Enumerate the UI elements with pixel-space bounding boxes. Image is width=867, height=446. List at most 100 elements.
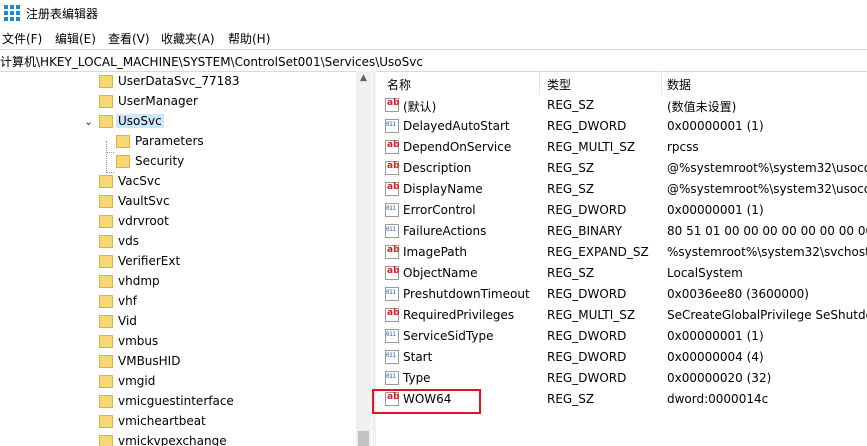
address-path[interactable]: 计算机\HKEY_LOCAL_MACHINE\SYSTEM\ControlSet… (0, 53, 423, 70)
tree-item[interactable]: Parameters (0, 132, 356, 152)
value-row[interactable]: ObjectName REG_SZ LocalSystem (377, 263, 867, 284)
tree-item[interactable]: VacSvc (0, 172, 356, 192)
string-value-icon (385, 245, 400, 259)
value-name: Type (403, 371, 431, 385)
tree-item-label: VacSvc (118, 174, 161, 188)
tree-item-label: vmbus (118, 334, 159, 348)
folder-icon (99, 175, 113, 188)
tree-item[interactable]: vmicheartbeat (0, 412, 356, 432)
folder-icon (99, 295, 113, 308)
tree-item[interactable]: ⌄ UsoSvc (0, 112, 356, 132)
folder-icon (99, 355, 113, 368)
tree-item-label: VMBusHID (118, 354, 181, 368)
tree-item[interactable]: Vid (0, 312, 356, 332)
tree-item[interactable]: vmicguestinterface (0, 392, 356, 412)
tree-item[interactable]: vmgid (0, 372, 356, 392)
value-type: REG_EXPAND_SZ (547, 245, 649, 259)
folder-icon (99, 395, 113, 408)
highlight-box (372, 389, 481, 414)
key-tree-pane[interactable]: UserDataSvc_77183 UserManager ⌄ UsoSvc Param… (0, 71, 372, 446)
value-row[interactable]: Description REG_SZ @%systemroot%\system32\… (377, 158, 867, 179)
value-name: RequiredPrivileges (403, 308, 515, 322)
folder-icon (99, 335, 113, 348)
binary-value-icon (385, 329, 399, 343)
menu-view[interactable]: 查看(V) (108, 30, 150, 47)
scroll-up-arrow-icon[interactable]: ▲ (356, 71, 371, 86)
column-header-type[interactable]: 类型 (540, 71, 660, 95)
tree-item-label: UsoSvc (116, 114, 164, 128)
value-data: dword:0000014c (667, 392, 769, 406)
binary-value-icon (385, 371, 399, 385)
value-name: PreshutdownTimeout (403, 287, 530, 301)
tree-guide-line (106, 141, 107, 173)
menu-favorites[interactable]: 收藏夹(A) (161, 30, 215, 47)
value-data: 80 51 01 00 00 00 00 00 00 00 00 00 (667, 224, 867, 238)
value-row[interactable]: FailureActions REG_BINARY 80 51 01 00 00 0… (377, 221, 867, 242)
menu-file[interactable]: 文件(F) (2, 30, 42, 47)
tree-item[interactable]: vmbus (0, 332, 356, 352)
menu-help[interactable]: 帮助(H) (228, 30, 270, 47)
tree-item-label: Parameters (135, 134, 204, 148)
folder-icon (99, 95, 113, 108)
tree-item[interactable]: Security (0, 152, 356, 172)
value-row[interactable]: ServiceSidType REG_DWORD 0x00000001 (1) (377, 326, 867, 347)
value-row[interactable]: (默认) REG_SZ (数值未设置) (377, 95, 867, 116)
binary-value-icon (385, 203, 399, 217)
folder-icon (99, 115, 113, 128)
tree-item[interactable]: VMBusHID (0, 352, 356, 372)
tree-item-label: UserDataSvc_77183 (118, 74, 240, 88)
value-name: ServiceSidType (403, 329, 494, 343)
menu-edit[interactable]: 编辑(E) (55, 30, 96, 47)
tree-item[interactable]: UserDataSvc_77183 (0, 72, 356, 92)
registry-editor-icon (4, 5, 20, 21)
scroll-thumb[interactable] (358, 431, 369, 446)
tree-item[interactable]: vhf (0, 292, 356, 312)
column-header-data[interactable]: 数据 (662, 71, 867, 95)
tree-item[interactable]: vds (0, 232, 356, 252)
value-type: REG_DWORD (547, 329, 627, 343)
string-value-icon (385, 266, 400, 280)
value-row[interactable]: ImagePath REG_EXPAND_SZ %systemroot%\syste… (377, 242, 867, 263)
tree-item-label: vhdmp (118, 274, 160, 288)
binary-value-icon (385, 224, 399, 238)
tree-item[interactable]: vmickvpexchange (0, 432, 356, 446)
menu-bar: 文件(F) 编辑(E) 查看(V) 收藏夹(A) 帮助(H) (0, 27, 867, 49)
value-data: 0x00000004 (4) (667, 350, 764, 364)
value-data: @%systemroot%\system32\usocore.dll,-101 (667, 161, 867, 175)
value-row[interactable]: DependOnService REG_MULTI_SZ rpcss (377, 137, 867, 158)
tree-item[interactable]: vhdmp (0, 272, 356, 292)
binary-value-icon (385, 350, 399, 364)
value-row[interactable]: Start REG_DWORD 0x00000004 (4) (377, 347, 867, 368)
tree-item-label: vhf (118, 294, 137, 308)
tree-item-label: Vid (118, 314, 137, 328)
chevron-down-icon[interactable]: ⌄ (84, 115, 93, 128)
string-value-icon (385, 140, 400, 154)
tree-scrollbar[interactable]: ▲ (356, 71, 371, 446)
value-name: DependOnService (403, 140, 512, 154)
value-data: 0x0036ee80 (3600000) (667, 287, 809, 301)
tree-item-label: VaultSvc (118, 194, 170, 208)
tree-item[interactable]: VaultSvc (0, 192, 356, 212)
tree-item-label: vmickvpexchange (118, 434, 227, 446)
value-data: SeCreateGlobalPrivilege SeShutdownPrivil… (667, 308, 867, 322)
value-row[interactable]: RequiredPrivileges REG_MULTI_SZ SeCreateGl… (377, 305, 867, 326)
value-type: REG_SZ (547, 392, 595, 406)
value-row[interactable]: PreshutdownTimeout REG_DWORD 0x0036ee80 (3… (377, 284, 867, 305)
tree-item[interactable]: UserManager (0, 92, 356, 112)
folder-icon (99, 255, 113, 268)
value-row[interactable]: Type REG_DWORD 0x00000020 (32) (377, 368, 867, 389)
value-type: REG_DWORD (547, 350, 627, 364)
tree-item-label: vds (118, 234, 139, 248)
column-header-name[interactable]: 名称 (377, 71, 537, 95)
value-row[interactable]: ErrorControl REG_DWORD 0x00000001 (1) (377, 200, 867, 221)
value-row[interactable]: DisplayName REG_SZ @%systemroot%\system32\… (377, 179, 867, 200)
folder-icon (99, 315, 113, 328)
tree-item[interactable]: vdrvroot (0, 212, 356, 232)
value-row[interactable]: DelayedAutoStart REG_DWORD 0x00000001 (1) (377, 116, 867, 137)
tree-item-label: UserManager (118, 94, 198, 108)
address-bar[interactable]: 计算机\HKEY_LOCAL_MACHINE\SYSTEM\ControlSet… (0, 49, 867, 72)
tree-item[interactable]: VerifierExt (0, 252, 356, 272)
folder-icon (99, 235, 113, 248)
folder-icon (99, 435, 113, 446)
value-type: REG_DWORD (547, 203, 627, 217)
